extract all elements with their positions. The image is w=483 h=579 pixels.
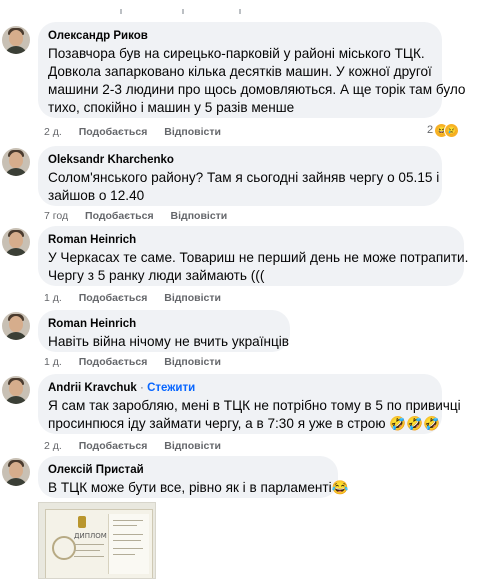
- comment-actions: 7 год Подобається Відповісти: [44, 210, 241, 222]
- comment-text-line: В ТЦК може бути все, рівно як і в парлам…: [48, 480, 349, 495]
- comment-author-name[interactable]: Andrii Kravchuk: [48, 382, 137, 394]
- comment-text: В ТЦК може бути все, рівно як і в парлам…: [48, 479, 349, 497]
- reaction-count: 2: [427, 124, 434, 136]
- comment-bubble: Andrii Kravchuk · Стежити Я сам так заро…: [38, 374, 461, 434]
- like-button[interactable]: Подобається: [79, 292, 148, 304]
- reply-button[interactable]: Відповісти: [164, 126, 221, 138]
- comment-author: Andrii Kravchuk · Стежити: [48, 381, 432, 395]
- reaction-sad-icon: 😢: [444, 123, 459, 138]
- avatar[interactable]: [2, 228, 30, 256]
- avatar[interactable]: [2, 148, 30, 176]
- avatar[interactable]: [2, 312, 30, 340]
- document-panel: [108, 514, 149, 574]
- comment-text-line: Солом'янського району? Там я сьогодні за…: [48, 170, 440, 185]
- follow-button[interactable]: Стежити: [147, 382, 195, 394]
- comment-actions: 1 д. Подобається Відповісти: [44, 292, 235, 304]
- comment-author[interactable]: Олексій Пристай: [48, 463, 328, 477]
- comment-actions: 2 д. Подобається Відповісти: [44, 440, 235, 452]
- comment-text-line: машини 2-3 людини про щось домовляються.…: [48, 82, 466, 97]
- divider-mark: [120, 9, 122, 14]
- comment-text: Солом'янського району? Там я сьогодні за…: [48, 169, 440, 205]
- reply-button[interactable]: Відповісти: [171, 210, 228, 222]
- timestamp[interactable]: 2 д.: [44, 126, 62, 138]
- avatar[interactable]: [2, 376, 30, 404]
- comment-text: Я сам так заробляю, мені в ТЦК не потріб…: [48, 397, 461, 433]
- image-attachment[interactable]: ДИПЛОМ МА: [38, 502, 156, 579]
- comment-author[interactable]: Олександр Риков: [48, 29, 432, 43]
- comment-actions: 2 д. Подобається Відповісти: [44, 126, 235, 138]
- like-button[interactable]: Подобається: [79, 356, 148, 368]
- seal-icon: [52, 536, 76, 560]
- like-button[interactable]: Подобається: [85, 210, 154, 222]
- reply-button[interactable]: Відповісти: [164, 292, 221, 304]
- comment-text-line: Навіть війна нічому не вчить українців: [48, 334, 290, 349]
- top-edge: [0, 0, 483, 16]
- comment-author[interactable]: Roman Heinrich: [48, 233, 454, 247]
- comment-text: Навіть війна нічому не вчить українців: [48, 333, 290, 351]
- comment-bubble: Roman Heinrich Навіть війна нічому не вч…: [38, 310, 290, 352]
- comment-text-line: тихо, спокійно і машин у 5 разів менше: [48, 100, 295, 115]
- comment-text-line: У Черкасах те саме. Товариш не перший де…: [48, 250, 469, 265]
- comment-text-line: Позавчора був на сирецько-парковій у рай…: [48, 46, 425, 61]
- comment-bubble: Roman Heinrich У Черкасах те саме. Товар…: [38, 226, 469, 286]
- comment-text-line: Я сам так заробляю, мені в ТЦК не потріб…: [48, 398, 461, 413]
- comment-text-line: зайшов о 12.40: [48, 188, 145, 203]
- reply-button[interactable]: Відповісти: [164, 356, 221, 368]
- avatar[interactable]: [2, 458, 30, 486]
- timestamp[interactable]: 2 д.: [44, 440, 62, 452]
- comment-bubble: Oleksandr Kharchenko Солом'янського райо…: [38, 146, 442, 206]
- timestamp[interactable]: 7 год: [44, 210, 68, 222]
- comment-actions: 1 д. Подобається Відповісти: [44, 356, 235, 368]
- divider-mark: [182, 9, 184, 14]
- avatar[interactable]: [2, 26, 30, 54]
- comment-bubble: Олексій Пристай В ТЦК може бути все, рів…: [38, 456, 349, 498]
- comment-bubble: Олександр Риков Позавчора був на сирецьк…: [38, 22, 466, 118]
- comment-text-line: Чергу з 5 ранку люди займають (((: [48, 268, 265, 283]
- like-button[interactable]: Подобається: [79, 440, 148, 452]
- reply-button[interactable]: Відповісти: [164, 440, 221, 452]
- divider-mark: [239, 9, 241, 14]
- comment-text-line: просинпюся іду займати чергу, а в 7:30 я…: [48, 416, 441, 431]
- crest-icon: [78, 516, 86, 528]
- separator-dot: ·: [140, 382, 148, 394]
- timestamp[interactable]: 1 д.: [44, 292, 62, 304]
- comment-text: У Черкасах те саме. Товариш не перший де…: [48, 249, 469, 285]
- like-button[interactable]: Подобається: [79, 126, 148, 138]
- timestamp[interactable]: 1 д.: [44, 356, 62, 368]
- comment-author[interactable]: Roman Heinrich: [48, 317, 280, 331]
- comment-text-line: Довкола запарковано кілька десятків маши…: [48, 64, 432, 79]
- document-photo: ДИПЛОМ МА: [45, 509, 153, 578]
- comment-author[interactable]: Oleksandr Kharchenko: [48, 153, 432, 167]
- comment-text: Позавчора був на сирецько-парковій у рай…: [48, 45, 466, 117]
